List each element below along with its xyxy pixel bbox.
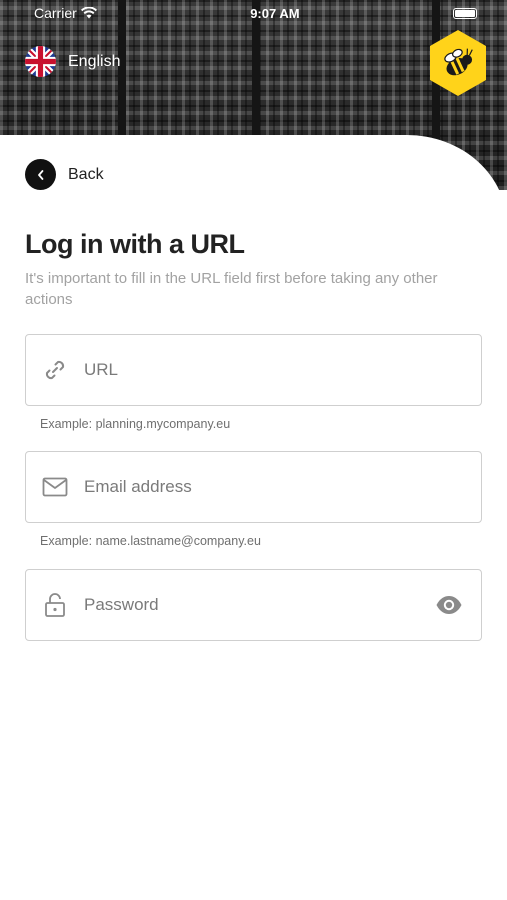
back-button[interactable]: Back — [25, 159, 104, 190]
language-selector[interactable]: English — [25, 46, 120, 77]
chevron-left-icon — [25, 159, 56, 190]
password-input[interactable]: Password — [84, 595, 481, 615]
battery-icon — [453, 7, 477, 19]
lock-icon — [42, 592, 68, 618]
email-input[interactable]: Email address — [84, 477, 481, 497]
eye-icon[interactable] — [435, 592, 463, 618]
link-icon — [42, 357, 68, 383]
url-helper-text: Example: planning.mycompany.eu — [40, 417, 231, 431]
mail-icon — [42, 474, 68, 500]
email-helper-text: Example: name.lastname@company.eu — [40, 534, 261, 548]
language-label: English — [68, 52, 121, 70]
wifi-icon — [80, 7, 97, 19]
status-time: 9:07 AM — [250, 5, 300, 21]
url-input[interactable]: URL — [84, 360, 481, 380]
carrier-label: Carrier — [34, 5, 77, 21]
page-subtitle: It's important to fill in the URL field … — [25, 270, 438, 308]
status-bar: Carrier 9:07 AM — [0, 0, 507, 26]
status-left: Carrier — [34, 5, 97, 21]
page-title: Log in with a URL — [25, 229, 245, 259]
bee-hexagon-logo — [430, 30, 486, 96]
password-field[interactable]: Password — [25, 569, 482, 641]
email-field[interactable]: Email address — [25, 451, 482, 523]
url-field[interactable]: URL — [25, 334, 482, 406]
back-label: Back — [68, 165, 104, 183]
uk-flag-icon — [25, 46, 56, 77]
